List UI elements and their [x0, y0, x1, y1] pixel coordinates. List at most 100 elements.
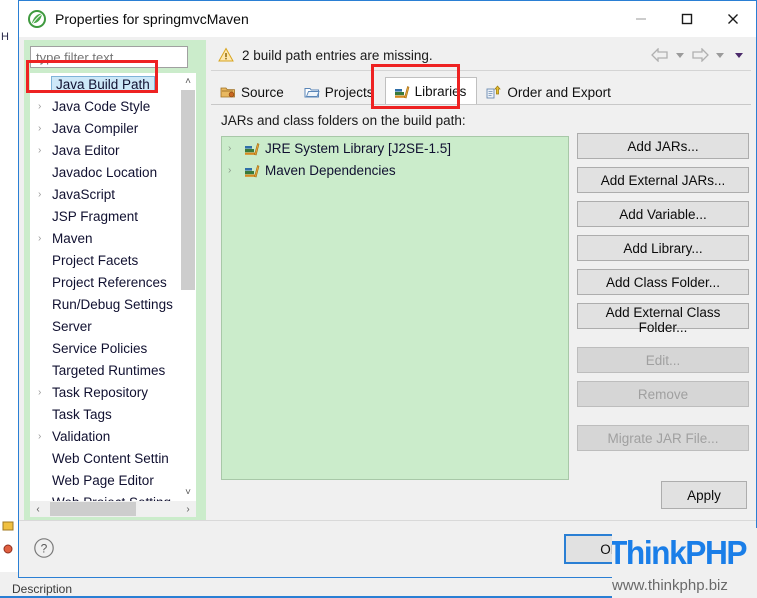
tree-hscroll-right-button[interactable]: › — [180, 504, 196, 515]
chevron-right-icon[interactable]: › — [228, 165, 244, 176]
sidebar-item-server[interactable]: Server — [30, 315, 180, 337]
chevron-right-icon[interactable]: › — [38, 387, 52, 398]
libraries-list-body: › JRE System Library [J2SE-1.5] › Maven Dep… — [222, 137, 568, 181]
order-export-icon — [486, 85, 502, 99]
tree-hscroll-left-button[interactable]: ‹ — [30, 504, 46, 515]
sidebar-item-run-debug-settings[interactable]: Run/Debug Settings — [30, 293, 180, 315]
sidebar-item-jsp-fragment[interactable]: JSP Fragment — [30, 205, 180, 227]
sidebar-item-label: Run/Debug Settings — [52, 296, 173, 312]
add-external-class-folder-button[interactable]: Add External Class Folder... — [577, 303, 749, 335]
tab-order-and-export[interactable]: Order and Export — [477, 79, 622, 105]
navigation-arrows — [651, 40, 747, 70]
tree-scroll-down-button[interactable]: ˅ — [180, 484, 196, 501]
add-class-folder-button[interactable]: Add Class Folder... — [577, 269, 749, 295]
add-variable-button[interactable]: Add Variable... — [577, 201, 749, 227]
dialog-body: Java Build Path›Java Code Style›Java Com… — [19, 37, 756, 522]
tab-projects[interactable]: Projects — [294, 79, 385, 105]
back-dropdown-icon[interactable] — [676, 52, 684, 58]
sidebar-item-label: Task Repository — [52, 384, 149, 400]
forward-dropdown-icon[interactable] — [716, 52, 724, 58]
sidebar-item-label: Java Build Path — [51, 75, 155, 93]
sidebar-item-java-code-style[interactable]: › Java Code Style — [30, 95, 180, 117]
sidebar-item-web-page-editor[interactable]: Web Page Editor — [30, 469, 180, 491]
chevron-right-icon[interactable]: › — [38, 431, 52, 442]
sidebar-item-label: Javadoc Location — [52, 164, 158, 180]
maximize-button[interactable] — [664, 1, 710, 37]
warning-icon — [218, 47, 234, 62]
library-row[interactable]: › JRE System Library [J2SE-1.5] — [222, 137, 568, 159]
library-label: Maven Dependencies — [265, 162, 396, 178]
sidebar-item-targeted-runtimes[interactable]: Targeted Runtimes — [30, 359, 180, 381]
tab-label: Source — [241, 84, 284, 100]
chevron-right-icon[interactable]: › — [38, 145, 52, 156]
sidebar-item-web-content-settin[interactable]: Web Content Settin — [30, 447, 180, 469]
ide-description-label: Description — [12, 582, 73, 596]
sidebar-item-label: Project References — [52, 274, 167, 290]
tree-vertical-scrollbar[interactable]: ˄ ˅ — [180, 73, 196, 501]
sidebar-item-project-facets[interactable]: Project Facets — [30, 249, 180, 271]
minimize-button[interactable] — [618, 1, 664, 37]
sidebar-item-label: Java Compiler — [52, 120, 139, 136]
chevron-right-icon[interactable]: › — [228, 143, 244, 154]
tab-source[interactable]: Source — [211, 79, 295, 105]
filter-box[interactable] — [30, 46, 188, 68]
sidebar-item-task-tags[interactable]: Task Tags — [30, 403, 180, 425]
sidebar-item-validation[interactable]: › Validation — [30, 425, 180, 447]
add-library-button[interactable]: Add Library... — [577, 235, 749, 261]
tree-horizontal-scrollbar[interactable]: ‹ › — [30, 501, 196, 517]
chevron-right-icon[interactable]: › — [38, 101, 52, 112]
svg-text:?: ? — [41, 541, 48, 555]
tree-hscroll-thumb[interactable] — [50, 502, 136, 516]
add-jars-button[interactable]: Add JARs... — [577, 133, 749, 159]
dialog-titlebar[interactable]: Properties for springmvcMaven — [19, 1, 756, 37]
menu-dropdown-icon[interactable] — [735, 52, 743, 58]
sidebar-item-label: Service Policies — [52, 340, 148, 356]
tab-libraries[interactable]: Libraries — [384, 77, 478, 105]
chevron-right-icon[interactable]: › — [38, 233, 52, 244]
tree-scroll-thumb[interactable] — [181, 90, 195, 290]
sidebar-item-task-repository[interactable]: › Task Repository — [30, 381, 180, 403]
libraries-tab-content: JARs and class folders on the build path… — [211, 105, 751, 515]
ide-mini-icon-2 — [3, 544, 13, 554]
forward-arrow-icon[interactable] — [691, 48, 709, 62]
close-button[interactable] — [710, 1, 756, 37]
help-question-icon[interactable]: ? — [33, 537, 55, 559]
libraries-list[interactable]: › JRE System Library [J2SE-1.5] › Maven Dep… — [221, 136, 569, 480]
library-row[interactable]: › Maven Dependencies — [222, 159, 568, 181]
sidebar-item-maven[interactable]: › Maven — [30, 227, 180, 249]
sidebar-item-project-references[interactable]: Project References — [30, 271, 180, 293]
tab-label: Order and Export — [507, 84, 611, 100]
search-input[interactable] — [31, 49, 187, 65]
screenshot-root: H Description Properties for springmvcMa… — [0, 0, 757, 598]
sidebar-item-label: Java Editor — [52, 142, 120, 158]
sidebar-item-web-project-setting[interactable]: Web Project Setting — [30, 491, 180, 502]
sidebar-item-java-build-path[interactable]: Java Build Path — [30, 73, 180, 95]
chevron-right-icon[interactable]: › — [38, 189, 52, 200]
sidebar-item-service-policies[interactable]: Service Policies — [30, 337, 180, 359]
sidebar-item-label: Web Page Editor — [52, 472, 154, 488]
sidebar-item-javascript[interactable]: › JavaScript — [30, 183, 180, 205]
eclipse-logo-icon — [28, 10, 46, 28]
tree-scroll-up-button[interactable]: ˄ — [180, 73, 196, 90]
sidebar-item-javadoc-location[interactable]: Javadoc Location — [30, 161, 180, 183]
library-books-icon — [245, 165, 260, 178]
minimize-icon — [636, 18, 646, 20]
sidebar-item-label: Web Content Settin — [52, 450, 169, 466]
dialog-title: Properties for springmvcMaven — [55, 11, 249, 27]
close-icon — [728, 14, 738, 24]
migrate-jar-file-button: Migrate JAR File... — [577, 425, 749, 451]
sidebar-item-java-compiler[interactable]: › Java Compiler — [30, 117, 180, 139]
watermark-url: www.thinkphp.biz — [612, 577, 728, 594]
settings-tree[interactable]: Java Build Path › Java Code Style › Java Com… — [30, 73, 196, 501]
ide-left-label: H — [1, 31, 9, 43]
source-folder-icon — [220, 87, 235, 98]
chevron-right-icon[interactable]: › — [38, 123, 52, 134]
back-arrow-icon[interactable] — [651, 48, 669, 62]
sidebar-item-label: JSP Fragment — [52, 208, 139, 224]
thinkphp-watermark: ThinkPHP www.thinkphp.biz — [612, 528, 757, 598]
apply-button-wrap: Apply — [661, 481, 747, 509]
apply-button[interactable]: Apply — [661, 481, 747, 509]
add-external-jars-button[interactable]: Add External JARs... — [577, 167, 749, 193]
sidebar-item-java-editor[interactable]: › Java Editor — [30, 139, 180, 161]
projects-folder-icon — [304, 88, 320, 98]
